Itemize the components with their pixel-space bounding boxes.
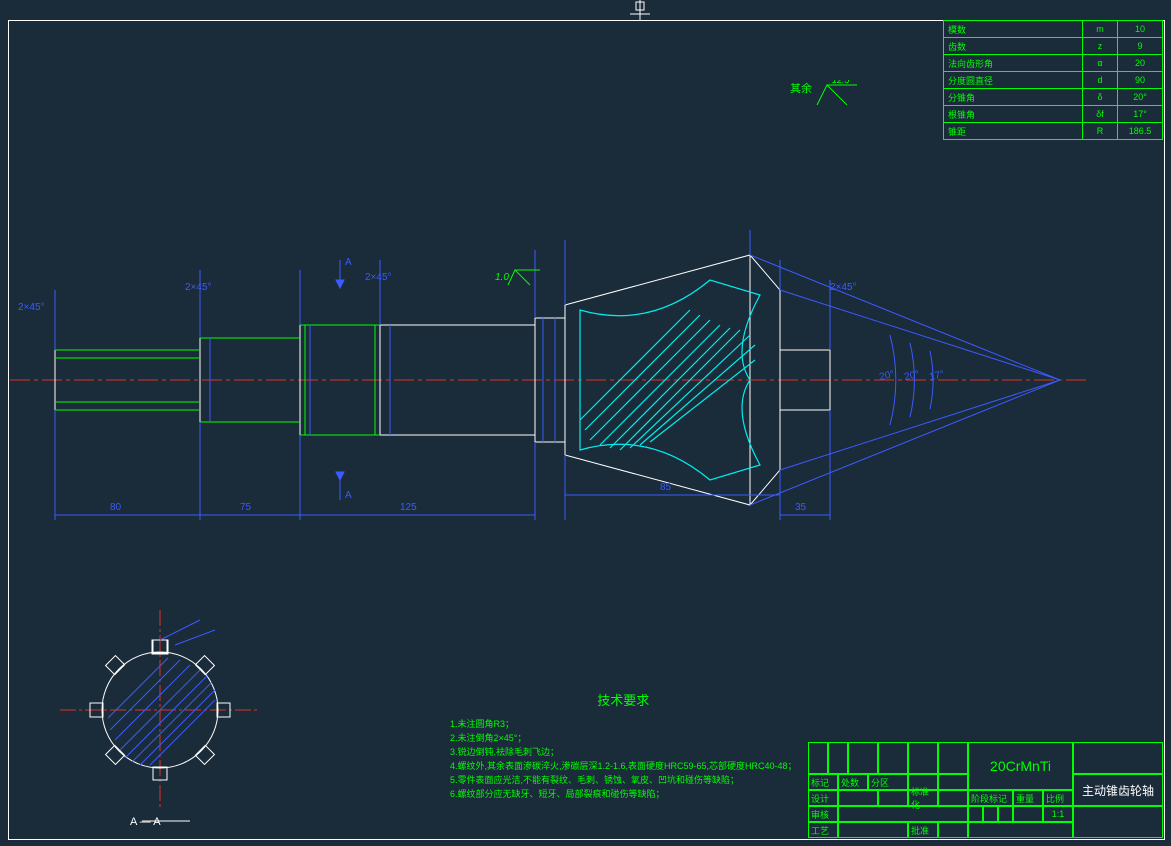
svg-text:85: 85 — [660, 482, 672, 493]
ucs-icon — [620, 0, 660, 30]
chamfer-label: 2×45° — [18, 302, 45, 313]
svg-text:12.5: 12.5 — [832, 80, 851, 85]
svg-text:125: 125 — [400, 502, 417, 513]
part-name: 主动锥齿轮轴 — [1073, 774, 1163, 806]
material-cell: 20CrMnTi — [968, 742, 1073, 790]
svg-text:80: 80 — [110, 502, 122, 513]
param-label: 模数 — [944, 21, 1083, 38]
svg-text:A: A — [345, 490, 352, 501]
svg-text:35: 35 — [795, 502, 807, 513]
section-view-a-a: A — A — [60, 610, 260, 830]
svg-text:2×45°: 2×45° — [185, 282, 212, 293]
svg-text:A: A — [345, 257, 352, 268]
svg-text:2×45°: 2×45° — [365, 272, 392, 283]
technical-requirements: 技术要求 1.未注圆角R3； 2.未注倒角2×45°； 3.锐边倒钝,祛除毛刺飞… — [450, 690, 797, 801]
svg-text:20°: 20° — [878, 369, 895, 383]
gear-parameter-table: 模数m10 齿数z9 法向齿形角α20 分度圆直径d90 分锥角δ20° 根锥角… — [943, 20, 1163, 140]
title-block: 标记 处数 分区 设计 标准化 审核 工艺 批准 20CrMnTi 阶段标记 重… — [808, 742, 1163, 838]
section-label: A — A — [130, 816, 161, 828]
svg-text:20°: 20° — [903, 369, 920, 383]
svg-text:17°: 17° — [928, 369, 945, 383]
svg-text:75: 75 — [240, 502, 252, 513]
main-elevation-view: 80 75 125 85 35 2×45° 2×45° 2×45° 2×45° … — [10, 230, 1090, 530]
svg-text:2×45°: 2×45° — [830, 282, 857, 293]
surface-finish-global: 其余 12.5 — [790, 80, 812, 96]
svg-text:1.0: 1.0 — [495, 272, 509, 283]
